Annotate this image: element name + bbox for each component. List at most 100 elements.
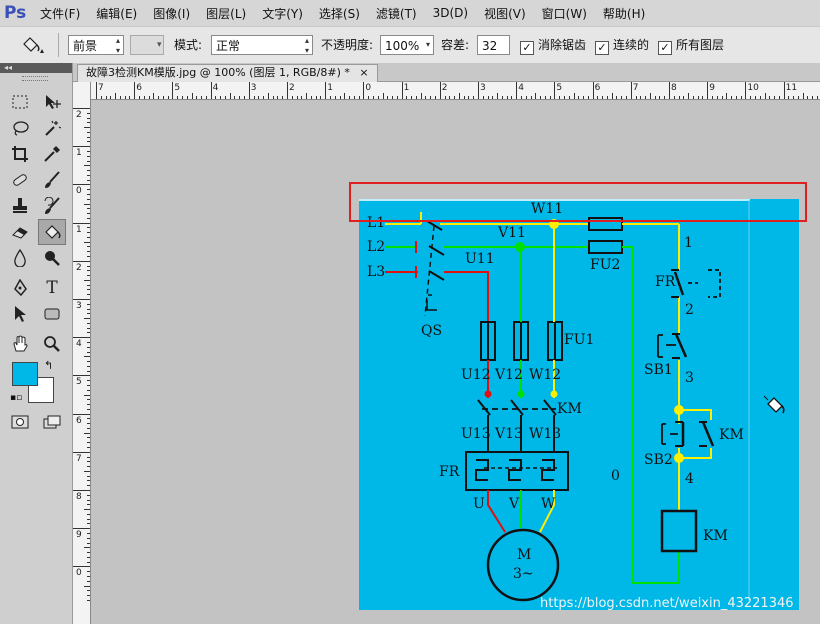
tolerance-input[interactable]: 32 (477, 35, 510, 55)
ruler-tick (87, 198, 90, 200)
ruler-tick (449, 96, 451, 99)
healing-brush-tool-icon[interactable] (8, 169, 32, 191)
ruler-tick (258, 96, 260, 99)
opacity-input[interactable]: 100% ▾ (380, 35, 434, 55)
paint-bucket-tool-icon[interactable] (38, 219, 66, 245)
magic-wand-tool-icon[interactable] (40, 117, 64, 139)
fill-source-select[interactable]: 前景 ▴ ▾ (68, 35, 124, 55)
dodge-tool-icon[interactable] (40, 247, 64, 269)
eyedropper-tool-icon[interactable] (40, 143, 64, 165)
ruler-tick (191, 93, 193, 99)
ruler-tick (73, 337, 90, 339)
ruler-tick (87, 256, 90, 258)
ruler-tick (87, 404, 90, 406)
clone-stamp-tool-icon[interactable] (8, 195, 32, 217)
ruler-tick (87, 141, 90, 143)
history-brush-tool-icon[interactable] (40, 195, 64, 217)
ruler-tick (73, 566, 90, 568)
menu-window[interactable]: 窗口(W) (534, 5, 595, 22)
ruler-tick (87, 370, 90, 372)
label-fu2: FU2 (590, 257, 621, 273)
ruler-h-label: 9 (709, 83, 715, 93)
menu-type[interactable]: 文字(Y) (254, 5, 311, 22)
ruler-tick (253, 96, 255, 99)
ruler-tick (812, 96, 814, 99)
menu-layer[interactable]: 图层(L) (198, 5, 254, 22)
ruler-tick (592, 82, 594, 99)
close-icon[interactable]: × (359, 66, 368, 79)
opacity-value: 100% (385, 39, 420, 53)
ruler-tick (645, 96, 647, 99)
pen-tool-icon[interactable] (8, 277, 32, 299)
tool-preset-picker[interactable] (18, 35, 48, 55)
ruler-tick (124, 96, 126, 99)
rectangle-tool-icon[interactable] (40, 303, 64, 325)
swap-colors-icon[interactable]: ↰ (44, 359, 53, 372)
quick-mask-icon[interactable] (8, 411, 32, 433)
lasso-tool-icon[interactable] (8, 117, 32, 139)
ruler-tick (425, 96, 427, 99)
horizontal-ruler[interactable]: 7 6 5 4 3 2 1 0 1 2 3 4 5 6 7 8 9 10 11 (91, 82, 820, 100)
all-layers-checkbox[interactable]: ✓ 所有图层 (658, 35, 724, 55)
menu-image[interactable]: 图像(I) (145, 5, 198, 22)
document-image[interactable]: L1 L2 L3 W11 V11 U11 QS FU1 FU2 U12 V12 … (359, 199, 799, 610)
ruler-tick (401, 82, 403, 99)
ruler-tick (277, 96, 279, 99)
check-icon: ✓ (520, 41, 534, 55)
ruler-tick (87, 275, 90, 277)
ruler-tick (544, 96, 546, 99)
ruler-tick (310, 96, 312, 99)
ruler-tick (621, 96, 623, 99)
brush-tool-icon[interactable] (40, 169, 64, 191)
ruler-tick (167, 96, 169, 99)
ruler-tick (387, 96, 389, 99)
contiguous-checkbox[interactable]: ✓ 连续的 (595, 35, 649, 55)
ruler-tick (134, 82, 136, 99)
menu-edit[interactable]: 编辑(E) (88, 5, 145, 22)
zoom-tool-icon[interactable] (40, 333, 64, 355)
ruler-tick (797, 96, 799, 99)
menu-file[interactable]: 文件(F) (32, 5, 88, 22)
path-selection-tool-icon[interactable] (8, 303, 32, 325)
foreground-color-swatch[interactable] (12, 362, 38, 386)
marquee-tool-icon[interactable] (8, 91, 32, 113)
screen-mode-icon[interactable] (40, 411, 64, 433)
vertical-ruler[interactable]: 2 1 0 1 2 3 4 5 6 7 8 9 0 (73, 82, 91, 624)
ruler-tick (87, 504, 90, 506)
ruler-tick (172, 82, 174, 99)
ruler-tick (707, 82, 709, 99)
ruler-tick (87, 346, 90, 348)
ruler-tick (692, 96, 694, 99)
ruler-h-label: 1 (403, 83, 410, 93)
ruler-tick (87, 332, 90, 334)
chevron-down-icon[interactable]: ▾ (157, 35, 162, 55)
mode-select[interactable]: 正常 ▴ ▾ (211, 35, 313, 55)
ruler-tick (87, 189, 90, 191)
ruler-tick (87, 365, 90, 367)
ruler-v-label: 1 (76, 224, 82, 235)
ruler-tick (458, 93, 460, 99)
eraser-tool-icon[interactable] (8, 221, 32, 243)
hand-tool-icon[interactable] (8, 333, 32, 355)
panel-grip[interactable] (22, 76, 48, 81)
ruler-tick (774, 96, 776, 99)
ruler-tick (244, 96, 246, 99)
antialias-checkbox[interactable]: ✓ 消除锯齿 (520, 35, 586, 55)
blur-tool-icon[interactable] (8, 247, 32, 269)
menu-select[interactable]: 选择(S) (311, 5, 368, 22)
ruler-tick (87, 595, 90, 597)
panel-collapse-button[interactable]: ◂◂ (0, 63, 72, 73)
document-tab[interactable]: 故障3检测KM模版.jpg @ 100% (图层 1, RGB/8#) * × (77, 64, 378, 82)
menu-help[interactable]: 帮助(H) (595, 5, 653, 22)
ruler-tick (721, 96, 723, 99)
menu-view[interactable]: 视图(V) (476, 5, 534, 22)
menu-filter[interactable]: 滤镜(T) (368, 5, 425, 22)
crop-tool-icon[interactable] (8, 143, 32, 165)
default-colors-icon[interactable]: ▪▫ (10, 393, 22, 403)
menu-3d[interactable]: 3D(D) (425, 6, 476, 20)
move-tool-icon[interactable] (40, 91, 64, 113)
label-node-3: 3 (685, 370, 694, 386)
label-node-4: 4 (685, 471, 694, 487)
ruler-tick (87, 313, 90, 315)
type-tool-icon[interactable]: T (40, 277, 64, 299)
